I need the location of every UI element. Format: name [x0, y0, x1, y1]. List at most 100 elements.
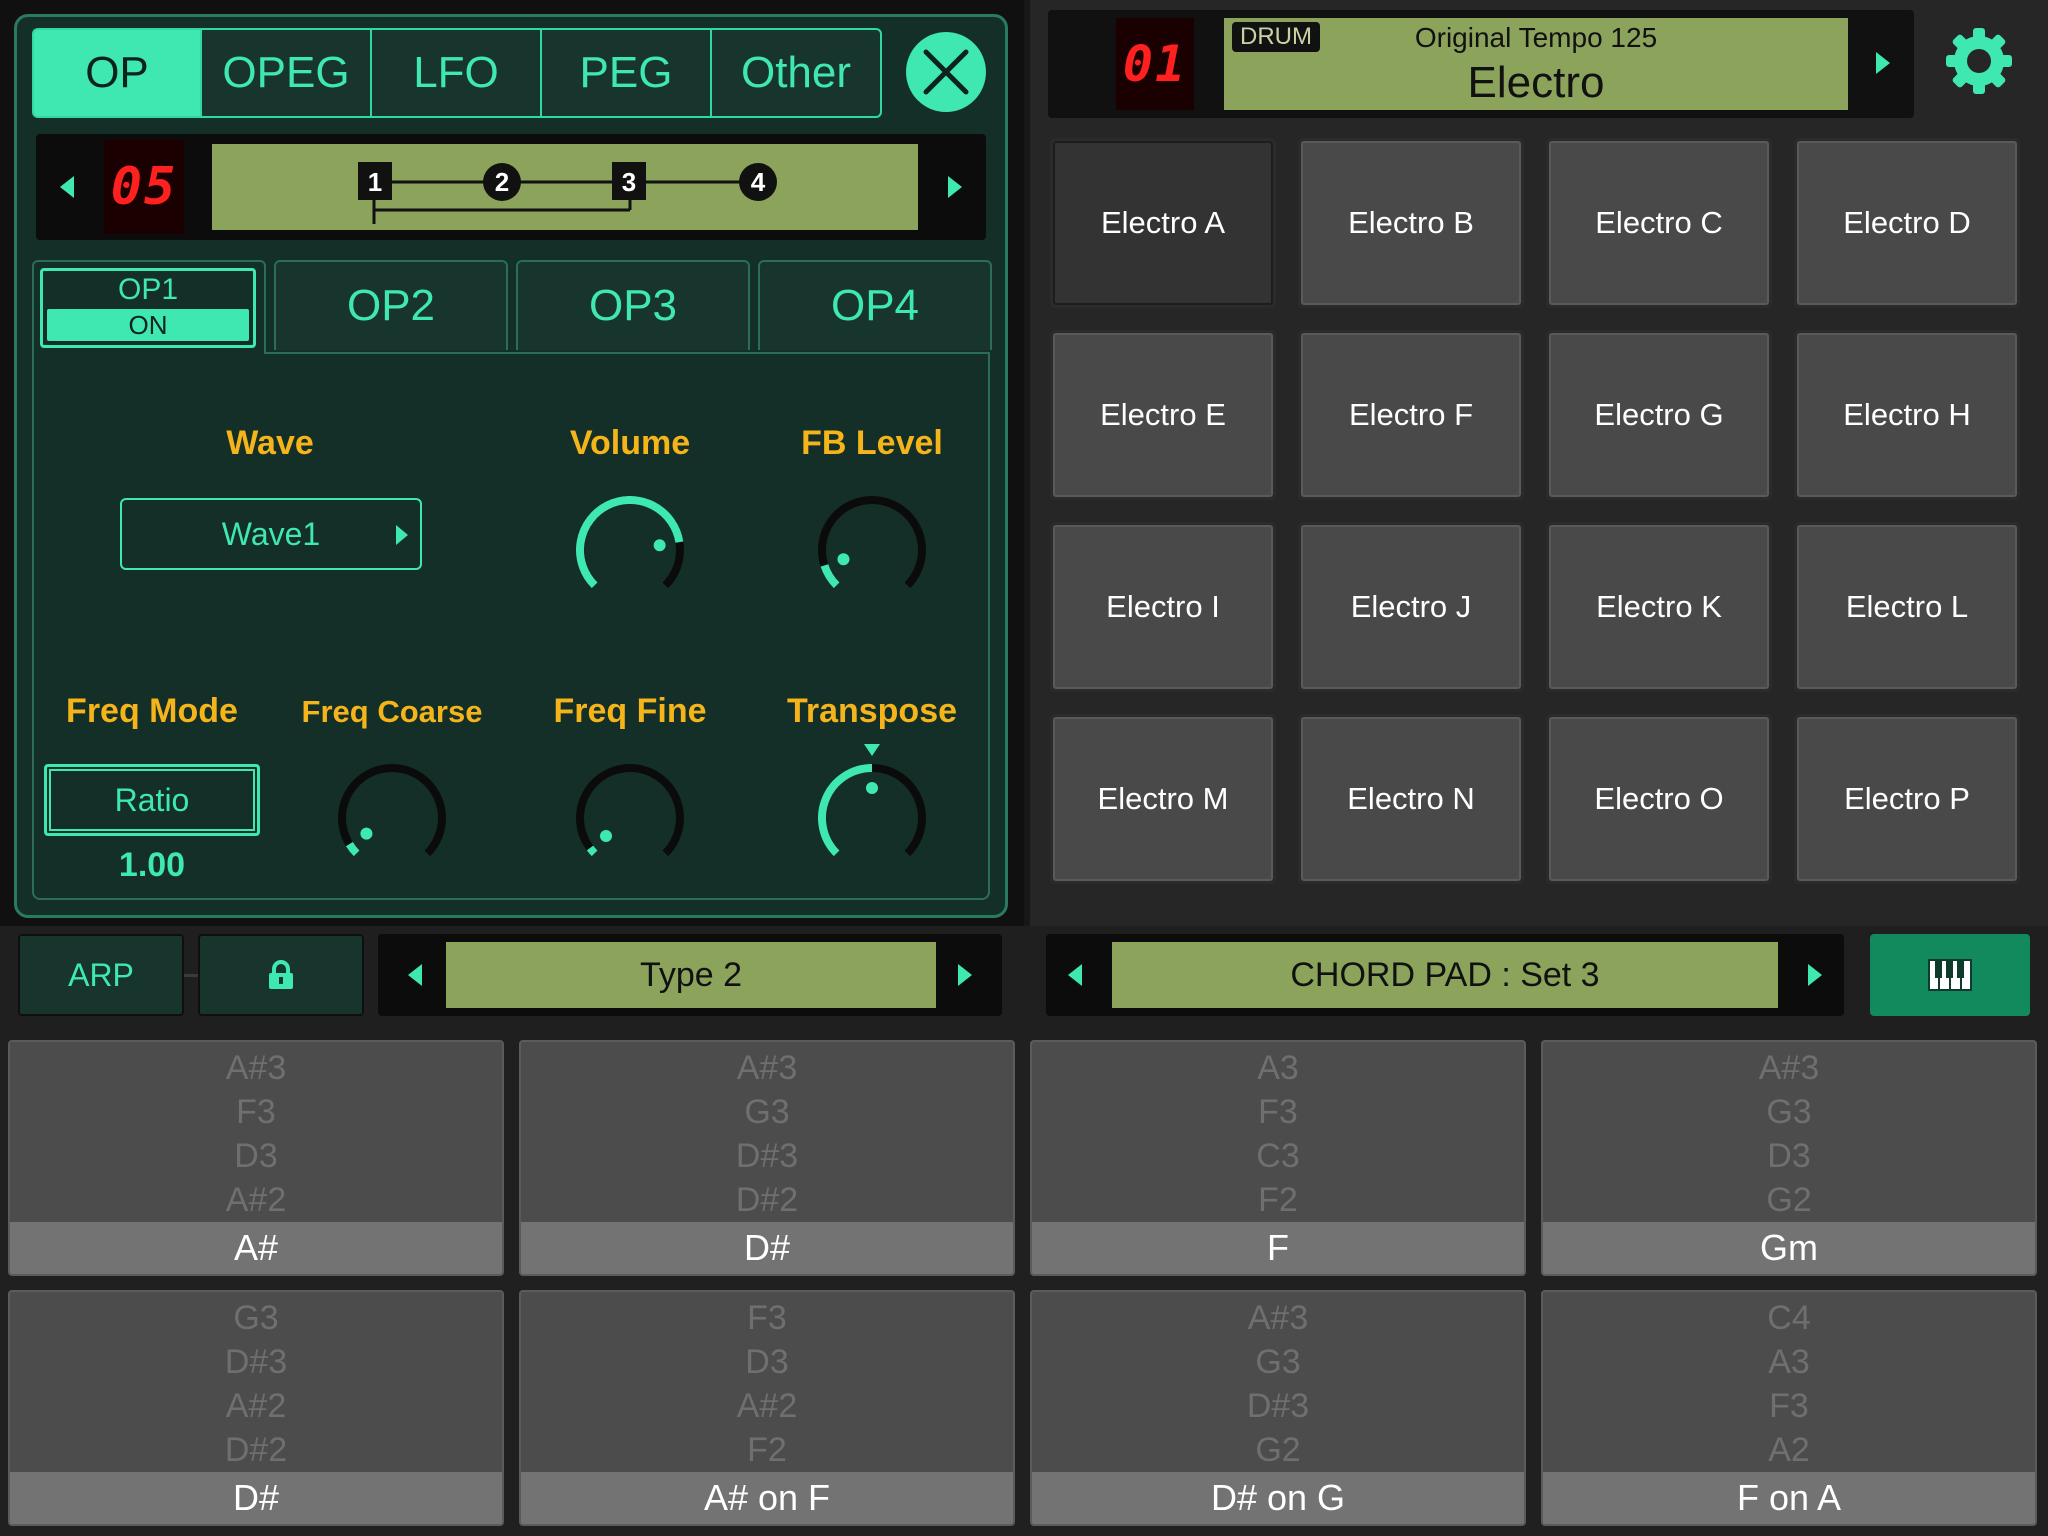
chord-set-prev-button[interactable] — [1068, 964, 1082, 986]
tab-op2[interactable]: OP2 — [274, 260, 508, 350]
chord-note: D#3 — [1246, 1387, 1310, 1425]
tab-op3[interactable]: OP3 — [516, 260, 750, 350]
arp-button[interactable]: ARP — [18, 934, 184, 1016]
chord-name: A# — [10, 1222, 502, 1274]
kit-next-button[interactable] — [1876, 52, 1890, 74]
fb-level-knob[interactable] — [812, 490, 932, 610]
chord-name: F — [1032, 1222, 1524, 1274]
chord-pad[interactable]: A#3 G3 D#3 D#2 D# — [519, 1040, 1015, 1276]
chord-notes: A#3 G3 D#3 G2 — [1032, 1292, 1524, 1472]
freq-coarse-label: Freq Coarse — [301, 694, 483, 729]
drum-pad[interactable]: Electro J — [1298, 522, 1524, 692]
chord-note: F2 — [1258, 1181, 1298, 1219]
knob-value-arc — [345, 841, 360, 857]
volume-knob[interactable] — [570, 490, 690, 610]
chord-note: C4 — [1767, 1299, 1811, 1337]
knob-indicator — [653, 539, 666, 552]
chord-note: D3 — [234, 1137, 278, 1175]
tab-opeg[interactable]: OPEG — [200, 28, 372, 118]
drum-pad[interactable]: Electro K — [1546, 522, 1772, 692]
chord-pad[interactable]: A#3 G3 D#3 G2 D# on G — [1030, 1290, 1526, 1526]
drum-pad[interactable]: Electro O — [1546, 714, 1772, 884]
drum-pad[interactable]: Electro P — [1794, 714, 2020, 884]
drum-pad[interactable]: Electro F — [1298, 330, 1524, 500]
algorithm-display[interactable]: 1 2 3 4 — [212, 144, 918, 230]
arp-type-prev-button[interactable] — [408, 964, 422, 986]
drum-pad[interactable]: Electro D — [1794, 138, 2020, 308]
close-icon — [923, 49, 969, 95]
chord-note: A#2 — [225, 1387, 287, 1425]
chord-note: G3 — [1255, 1343, 1301, 1381]
chord-note: F3 — [1769, 1387, 1809, 1425]
chord-note: A3 — [1768, 1343, 1810, 1381]
tab-lfo[interactable]: LFO — [370, 28, 542, 118]
op1-on-badge[interactable]: ON — [47, 309, 249, 341]
kit-name: Electro — [1467, 58, 1605, 107]
chord-note: G3 — [1766, 1093, 1812, 1131]
chord-name: D# — [10, 1472, 502, 1524]
chord-set-display[interactable]: CHORD PAD : Set 3 — [1112, 942, 1778, 1008]
knob-indicator — [866, 782, 878, 794]
chord-pad[interactable]: A3 F3 C3 F2 F — [1030, 1040, 1526, 1276]
chord-note: G3 — [744, 1093, 790, 1131]
freq-mode-label: Freq Mode — [66, 692, 238, 730]
chord-pad[interactable]: C4 A3 F3 A2 F on A — [1541, 1290, 2037, 1526]
kit-display[interactable]: DRUM Original Tempo 125 Electro — [1224, 18, 1848, 110]
knob-indicator — [837, 553, 850, 566]
arp-link-line — [184, 974, 198, 977]
algorithm-prev-button[interactable] — [60, 176, 74, 198]
chord-note: A3 — [1257, 1049, 1299, 1087]
knob-indicator — [360, 827, 373, 840]
chord-note: G2 — [1255, 1431, 1301, 1469]
chord-note: D3 — [745, 1343, 789, 1381]
drum-pad[interactable]: Electro C — [1546, 138, 1772, 308]
algorithm-next-button[interactable] — [948, 176, 962, 198]
tab-op4[interactable]: OP4 — [758, 260, 992, 350]
drum-pad[interactable]: Electro E — [1050, 330, 1276, 500]
chord-notes: A#3 G3 D3 G2 — [1543, 1042, 2035, 1222]
chord-name: A# on F — [521, 1472, 1013, 1524]
chord-set-next-button[interactable] — [1808, 964, 1822, 986]
drum-pad[interactable]: Electro I — [1050, 522, 1276, 692]
chord-pad[interactable]: A#3 G3 D3 G2 Gm — [1541, 1040, 2037, 1276]
chord-notes: F3 D3 A#2 F2 — [521, 1292, 1013, 1472]
chord-note: C3 — [1256, 1137, 1300, 1175]
freq-coarse-knob[interactable] — [332, 758, 452, 878]
drum-pad[interactable]: Electro L — [1794, 522, 2020, 692]
close-button[interactable] — [906, 32, 986, 112]
drum-pad[interactable]: Electro B — [1298, 138, 1524, 308]
tab-other[interactable]: Other — [710, 28, 882, 118]
drum-pad[interactable]: Electro N — [1298, 714, 1524, 884]
arp-type-display[interactable]: Type 2 — [446, 942, 936, 1008]
chord-name: F on A — [1543, 1472, 2035, 1524]
chord-name: Gm — [1543, 1222, 2035, 1274]
drum-pad[interactable]: Electro H — [1794, 330, 2020, 500]
op1-label: OP1 — [117, 273, 179, 306]
chord-note: A#3 — [225, 1049, 287, 1087]
wave-value: Wave1 — [221, 515, 321, 552]
chord-pad[interactable]: A#3 F3 D3 A#2 A# — [8, 1040, 504, 1276]
chord-pad[interactable]: G3 D#3 A#2 D#2 D# — [8, 1290, 504, 1526]
lock-icon — [269, 960, 293, 989]
tempo-text: Original Tempo 125 — [1414, 22, 1658, 53]
arp-type-next-button[interactable] — [958, 964, 972, 986]
arp-lock-button[interactable] — [198, 934, 364, 1016]
tab-peg[interactable]: PEG — [540, 28, 712, 118]
keyboard-icon — [1928, 959, 1972, 991]
drum-pad[interactable]: Electro A — [1050, 138, 1276, 308]
knob-value-arc — [586, 845, 598, 857]
freq-fine-knob[interactable] — [570, 758, 690, 878]
freq-fine-label: Freq Fine — [553, 692, 707, 730]
wave-selector[interactable]: Wave1 — [120, 498, 422, 570]
kit-number: 01 — [1116, 18, 1194, 110]
keyboard-button[interactable] — [1870, 934, 2030, 1016]
drum-pad[interactable]: Electro M — [1050, 714, 1276, 884]
tab-op[interactable]: OP — [32, 28, 202, 118]
drum-pad[interactable]: Electro G — [1546, 330, 1772, 500]
freq-mode-button[interactable]: Ratio — [44, 764, 260, 836]
chord-pad[interactable]: F3 D3 A#2 F2 A# on F — [519, 1290, 1015, 1526]
algorithm-node-4: 4 — [751, 167, 766, 197]
transpose-knob[interactable] — [812, 758, 932, 878]
gear-icon[interactable] — [1944, 26, 2014, 96]
tab-op1[interactable]: OP1 ON — [40, 268, 256, 348]
